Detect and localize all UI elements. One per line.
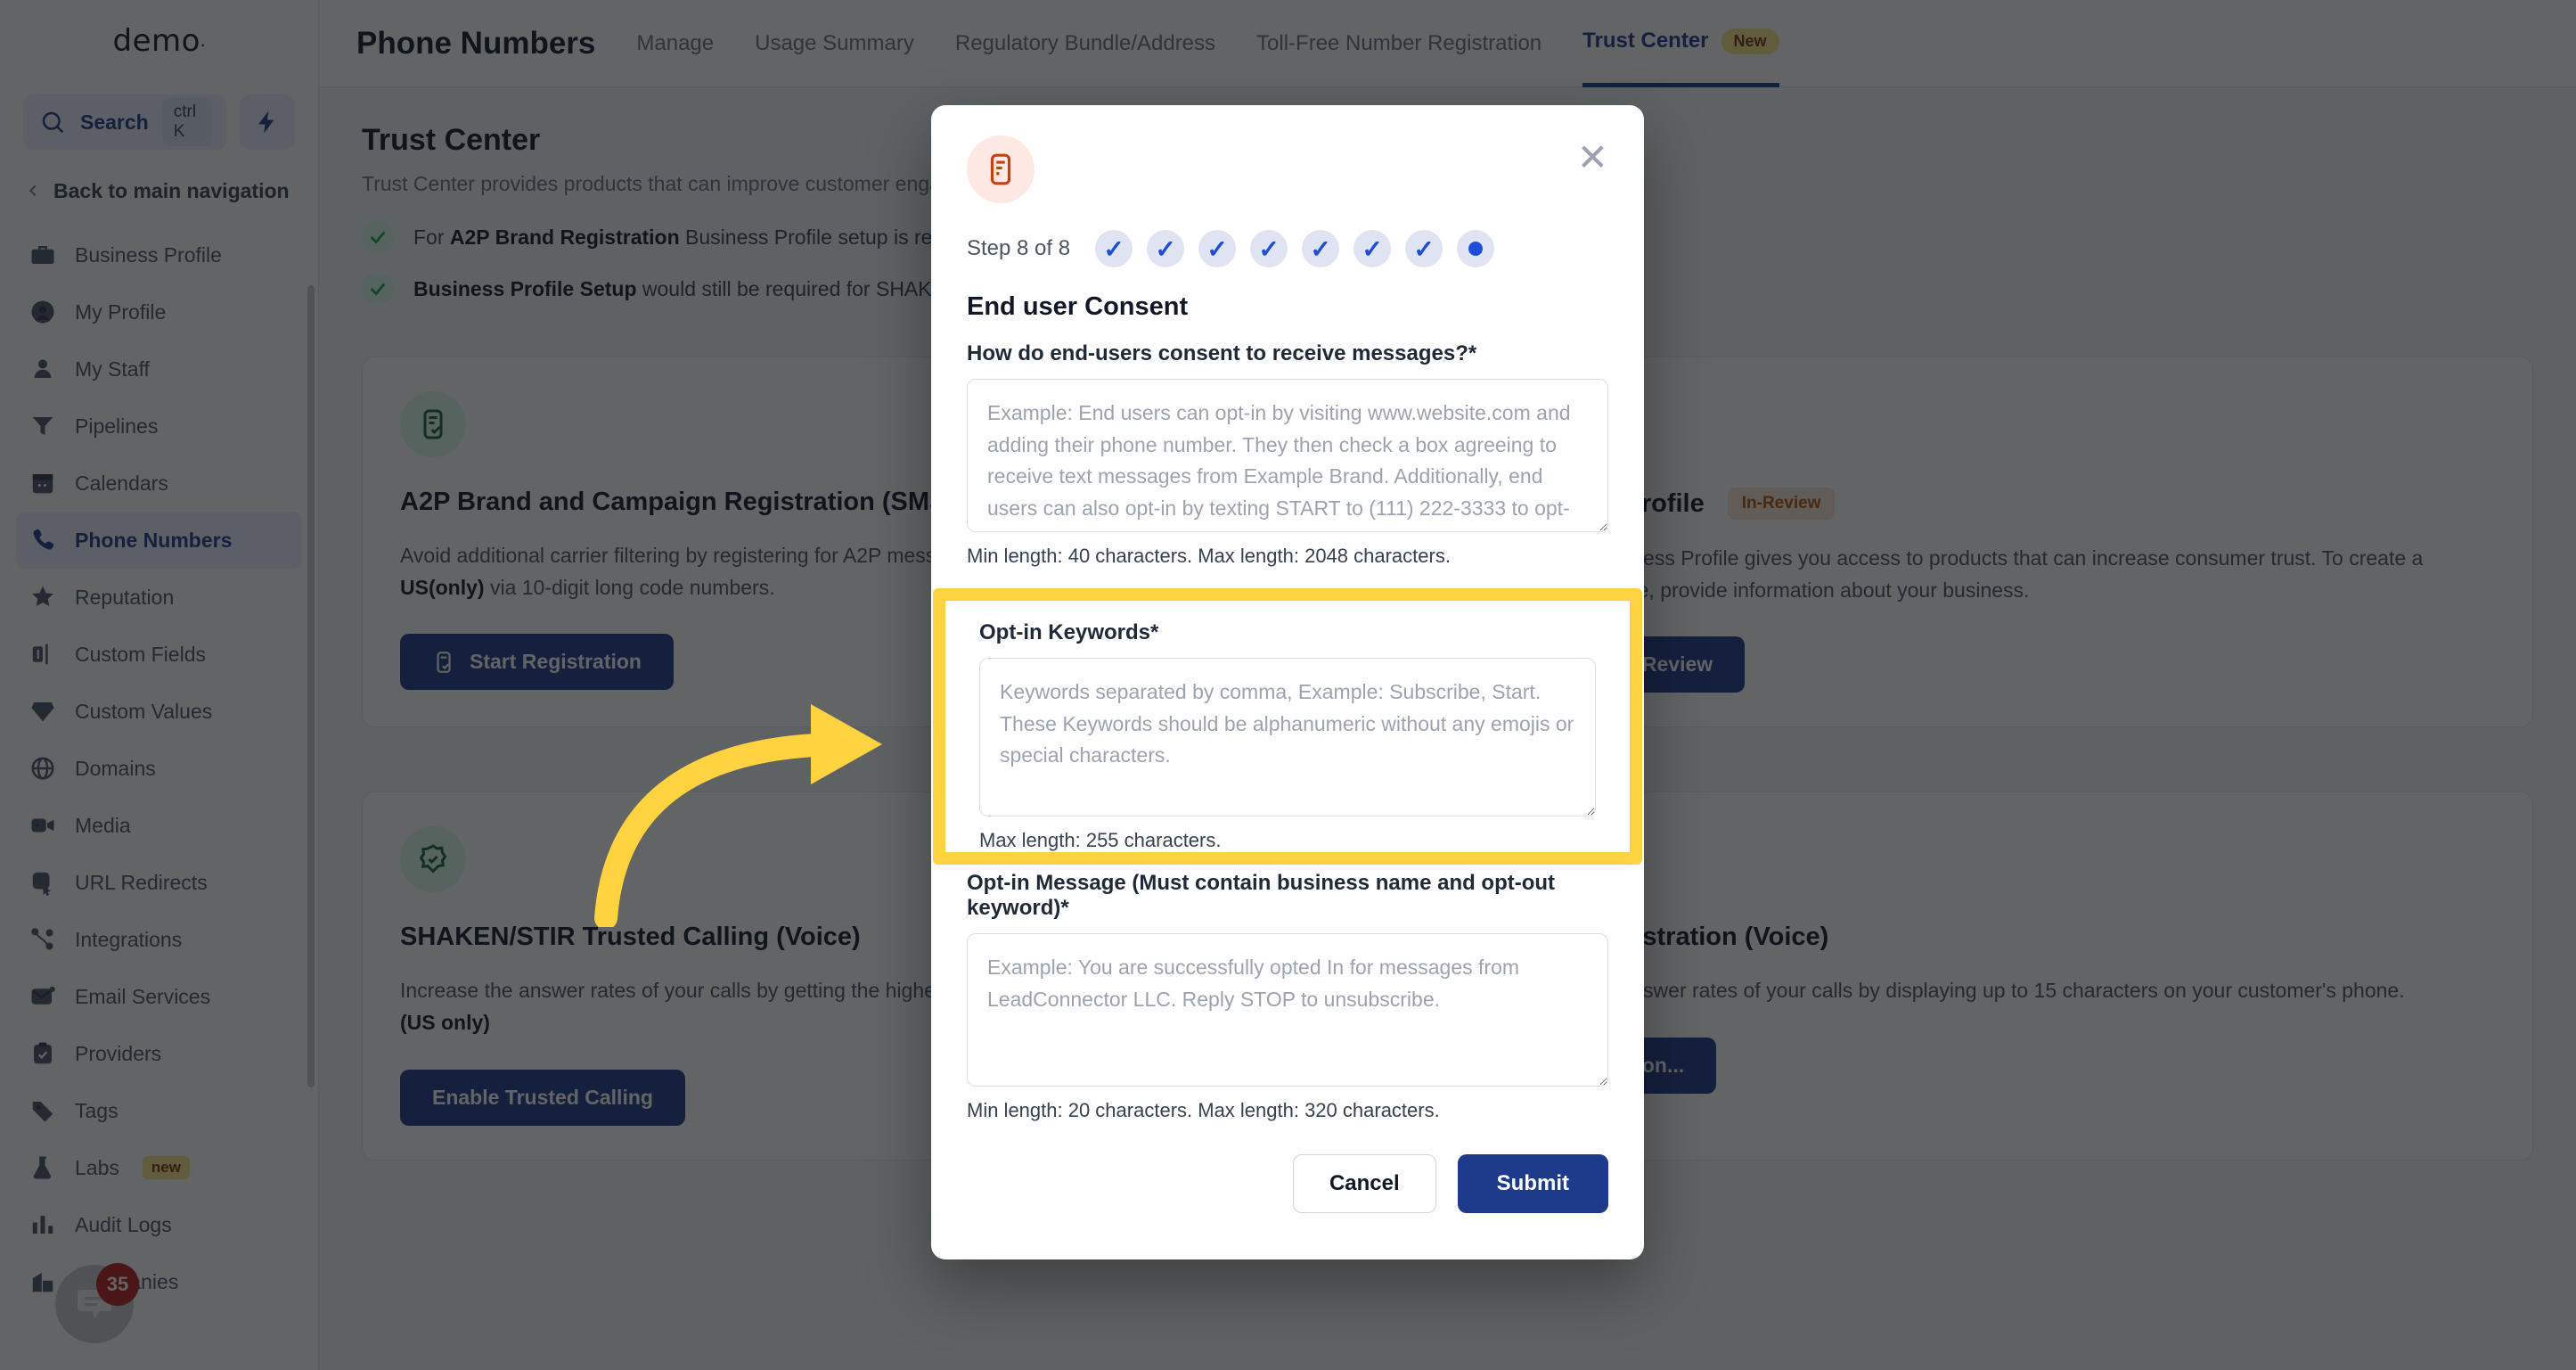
optin-keywords-textarea[interactable] <box>979 658 1596 816</box>
step-dot-5[interactable]: ✓ <box>1302 230 1340 267</box>
hint-optin-keywords: Max length: 255 characters. <box>979 829 1222 851</box>
optin-message-textarea[interactable] <box>967 933 1608 1087</box>
step-dot-1[interactable]: ✓ <box>1095 230 1133 267</box>
consent-description-textarea[interactable] <box>967 379 1608 532</box>
step-progress: Step 8 of 8 ✓ ✓ ✓ ✓ ✓ ✓ ✓ <box>931 203 1644 267</box>
cancel-button[interactable]: Cancel <box>1292 1154 1436 1213</box>
hint-consent: Min length: 40 characters. Max length: 2… <box>967 545 1451 567</box>
step-dot-3[interactable]: ✓ <box>1198 230 1237 267</box>
field-label-optin-message: Opt-in Message (Must contain business na… <box>967 871 1556 920</box>
field-label-optin-keywords: Opt-in Keywords* <box>979 620 1159 644</box>
field-label-consent: How do end-users consent to receive mess… <box>967 341 1477 365</box>
close-icon[interactable]: ✕ <box>1577 139 1608 176</box>
step-dot-7[interactable]: ✓ <box>1405 230 1443 267</box>
step-dot-2[interactable]: ✓ <box>1147 230 1185 267</box>
step-dot-4[interactable]: ✓ <box>1250 230 1288 267</box>
hint-optin-message: Min length: 20 characters. Max length: 3… <box>967 1099 1440 1121</box>
modal-header: ✕ <box>931 105 1644 203</box>
step-label: Step 8 of 8 <box>967 236 1071 260</box>
step-dot-6[interactable]: ✓ <box>1353 230 1392 267</box>
document-lines-icon <box>967 135 1034 203</box>
submit-button[interactable]: Submit <box>1457 1154 1608 1213</box>
modal-footer: Cancel Submit <box>931 1122 1644 1213</box>
app-root: demo. Search ctrl K Back to main navigat… <box>0 0 2576 1370</box>
modal-section-title: End user Consent <box>967 292 1189 321</box>
optin-keywords-highlight: Opt-in Keywords* Max length: 255 charact… <box>933 588 1642 865</box>
step-dot-8[interactable] <box>1457 230 1495 267</box>
